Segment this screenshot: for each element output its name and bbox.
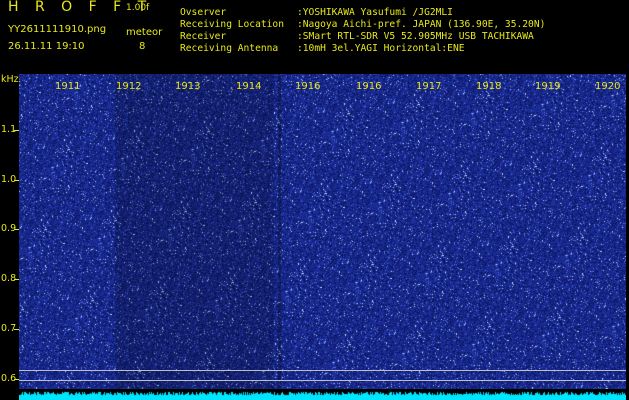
- noise-floor-band: [19, 389, 626, 400]
- meteor-label: meteor: [126, 27, 163, 38]
- info-row: Receiving Location:Nagoya Aichi-pref. JA…: [180, 19, 546, 30]
- x-tick-label: 1916: [295, 81, 321, 92]
- info-row: Ovserver:YOSHIKAWA Yasufumi /JG2MLI: [180, 7, 453, 18]
- marker-line: [19, 370, 626, 371]
- filename-label: YY2611111910.png: [8, 24, 107, 35]
- x-tick-label: 1914: [236, 81, 262, 92]
- timestamp-label: 26.11.11 19:10: [8, 41, 85, 52]
- x-tick-label: 1911: [55, 81, 81, 92]
- marker-line: [19, 380, 626, 381]
- x-tick-label: 1913: [175, 81, 201, 92]
- x-tick-label: 1919: [535, 81, 561, 92]
- header-panel: H R O F F T 1.00f YY2611111910.png 26.11…: [0, 0, 629, 74]
- y-axis-unit: kHz: [1, 74, 19, 85]
- info-row: Receiver:SMart RTL-SDR V5 52.905MHz USB …: [180, 31, 534, 42]
- x-tick-label: 1912: [116, 81, 142, 92]
- x-tick-label: 1917: [416, 81, 442, 92]
- waterfall-spectrogram: [19, 74, 626, 393]
- version-label: 1.00f: [126, 3, 150, 13]
- info-row: Receiving Antenna:10mH 3el.YAGI Horizont…: [180, 43, 465, 54]
- x-tick-label: 1916: [356, 81, 382, 92]
- x-tick-label: 1920: [595, 81, 621, 92]
- x-tick-label: 1918: [476, 81, 502, 92]
- meteor-count: 8: [139, 41, 146, 52]
